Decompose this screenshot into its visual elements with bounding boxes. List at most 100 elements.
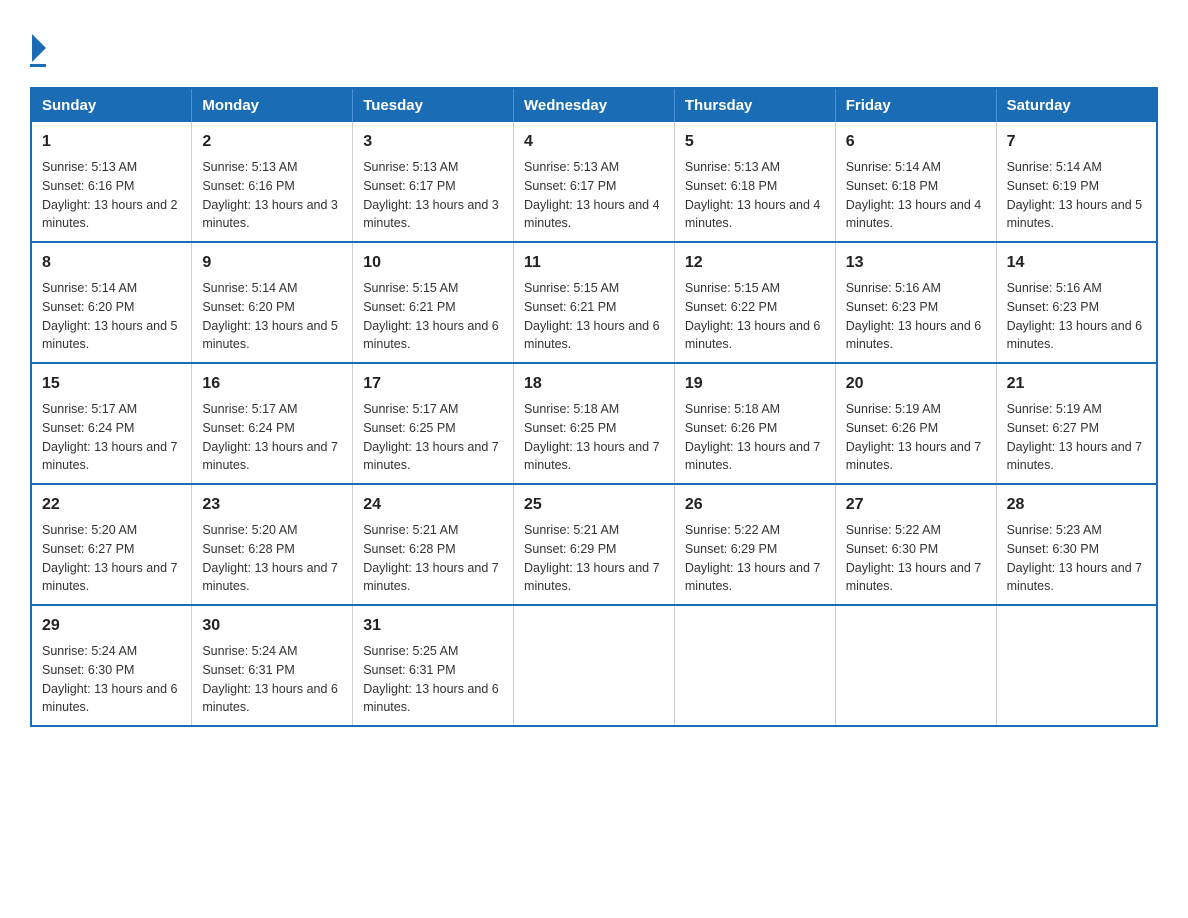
day-number: 28 [1007,493,1146,517]
day-cell: 9 Sunrise: 5:14 AMSunset: 6:20 PMDayligh… [192,242,353,363]
day-cell: 11 Sunrise: 5:15 AMSunset: 6:21 PMDaylig… [514,242,675,363]
day-info: Sunrise: 5:23 AMSunset: 6:30 PMDaylight:… [1007,523,1143,593]
calendar-table: SundayMondayTuesdayWednesdayThursdayFrid… [30,87,1158,727]
day-cell: 17 Sunrise: 5:17 AMSunset: 6:25 PMDaylig… [353,363,514,484]
week-row-5: 29 Sunrise: 5:24 AMSunset: 6:30 PMDaylig… [31,605,1157,726]
day-info: Sunrise: 5:18 AMSunset: 6:26 PMDaylight:… [685,402,821,472]
day-info: Sunrise: 5:19 AMSunset: 6:26 PMDaylight:… [846,402,982,472]
day-info: Sunrise: 5:22 AMSunset: 6:29 PMDaylight:… [685,523,821,593]
day-number: 27 [846,493,986,517]
day-cell: 3 Sunrise: 5:13 AMSunset: 6:17 PMDayligh… [353,122,514,242]
day-info: Sunrise: 5:14 AMSunset: 6:20 PMDaylight:… [202,281,338,351]
day-number: 29 [42,614,181,638]
day-cell: 14 Sunrise: 5:16 AMSunset: 6:23 PMDaylig… [996,242,1157,363]
day-info: Sunrise: 5:24 AMSunset: 6:31 PMDaylight:… [202,644,338,714]
day-info: Sunrise: 5:16 AMSunset: 6:23 PMDaylight:… [846,281,982,351]
day-number: 15 [42,372,181,396]
day-number: 17 [363,372,503,396]
day-info: Sunrise: 5:15 AMSunset: 6:22 PMDaylight:… [685,281,821,351]
day-number: 25 [524,493,664,517]
day-number: 1 [42,130,181,154]
day-number: 31 [363,614,503,638]
logo-triangle-icon [32,34,46,62]
day-number: 3 [363,130,503,154]
day-info: Sunrise: 5:21 AMSunset: 6:28 PMDaylight:… [363,523,499,593]
week-row-3: 15 Sunrise: 5:17 AMSunset: 6:24 PMDaylig… [31,363,1157,484]
day-cell: 18 Sunrise: 5:18 AMSunset: 6:25 PMDaylig… [514,363,675,484]
day-header-thursday: Thursday [674,88,835,122]
day-cell: 29 Sunrise: 5:24 AMSunset: 6:30 PMDaylig… [31,605,192,726]
day-info: Sunrise: 5:13 AMSunset: 6:17 PMDaylight:… [524,160,660,230]
day-cell: 25 Sunrise: 5:21 AMSunset: 6:29 PMDaylig… [514,484,675,605]
day-info: Sunrise: 5:21 AMSunset: 6:29 PMDaylight:… [524,523,660,593]
day-cell: 30 Sunrise: 5:24 AMSunset: 6:31 PMDaylig… [192,605,353,726]
day-cell: 15 Sunrise: 5:17 AMSunset: 6:24 PMDaylig… [31,363,192,484]
day-number: 8 [42,251,181,275]
day-number: 11 [524,251,664,275]
day-number: 2 [202,130,342,154]
day-number: 18 [524,372,664,396]
day-number: 14 [1007,251,1146,275]
day-cell: 23 Sunrise: 5:20 AMSunset: 6:28 PMDaylig… [192,484,353,605]
day-cell: 26 Sunrise: 5:22 AMSunset: 6:29 PMDaylig… [674,484,835,605]
day-cell: 12 Sunrise: 5:15 AMSunset: 6:22 PMDaylig… [674,242,835,363]
day-number: 6 [846,130,986,154]
day-number: 16 [202,372,342,396]
day-info: Sunrise: 5:13 AMSunset: 6:16 PMDaylight:… [42,160,178,230]
day-number: 22 [42,493,181,517]
day-number: 12 [685,251,825,275]
day-header-monday: Monday [192,88,353,122]
day-number: 24 [363,493,503,517]
day-info: Sunrise: 5:16 AMSunset: 6:23 PMDaylight:… [1007,281,1143,351]
day-header-sunday: Sunday [31,88,192,122]
day-header-friday: Friday [835,88,996,122]
logo [30,30,46,67]
week-row-4: 22 Sunrise: 5:20 AMSunset: 6:27 PMDaylig… [31,484,1157,605]
day-cell [996,605,1157,726]
day-cell: 21 Sunrise: 5:19 AMSunset: 6:27 PMDaylig… [996,363,1157,484]
week-row-1: 1 Sunrise: 5:13 AMSunset: 6:16 PMDayligh… [31,122,1157,242]
day-number: 21 [1007,372,1146,396]
day-cell: 4 Sunrise: 5:13 AMSunset: 6:17 PMDayligh… [514,122,675,242]
day-info: Sunrise: 5:17 AMSunset: 6:24 PMDaylight:… [42,402,178,472]
day-cell: 16 Sunrise: 5:17 AMSunset: 6:24 PMDaylig… [192,363,353,484]
day-info: Sunrise: 5:17 AMSunset: 6:24 PMDaylight:… [202,402,338,472]
day-header-wednesday: Wednesday [514,88,675,122]
day-cell: 8 Sunrise: 5:14 AMSunset: 6:20 PMDayligh… [31,242,192,363]
day-number: 30 [202,614,342,638]
day-cell: 24 Sunrise: 5:21 AMSunset: 6:28 PMDaylig… [353,484,514,605]
day-info: Sunrise: 5:17 AMSunset: 6:25 PMDaylight:… [363,402,499,472]
day-cell: 1 Sunrise: 5:13 AMSunset: 6:16 PMDayligh… [31,122,192,242]
day-info: Sunrise: 5:20 AMSunset: 6:27 PMDaylight:… [42,523,178,593]
day-number: 4 [524,130,664,154]
day-cell: 22 Sunrise: 5:20 AMSunset: 6:27 PMDaylig… [31,484,192,605]
day-info: Sunrise: 5:13 AMSunset: 6:16 PMDaylight:… [202,160,338,230]
week-row-2: 8 Sunrise: 5:14 AMSunset: 6:20 PMDayligh… [31,242,1157,363]
day-info: Sunrise: 5:15 AMSunset: 6:21 PMDaylight:… [363,281,499,351]
day-info: Sunrise: 5:15 AMSunset: 6:21 PMDaylight:… [524,281,660,351]
day-cell: 13 Sunrise: 5:16 AMSunset: 6:23 PMDaylig… [835,242,996,363]
day-number: 5 [685,130,825,154]
day-number: 20 [846,372,986,396]
day-info: Sunrise: 5:13 AMSunset: 6:17 PMDaylight:… [363,160,499,230]
page-header [30,30,1158,67]
day-number: 13 [846,251,986,275]
day-number: 23 [202,493,342,517]
day-info: Sunrise: 5:25 AMSunset: 6:31 PMDaylight:… [363,644,499,714]
day-cell: 28 Sunrise: 5:23 AMSunset: 6:30 PMDaylig… [996,484,1157,605]
day-info: Sunrise: 5:22 AMSunset: 6:30 PMDaylight:… [846,523,982,593]
day-cell [514,605,675,726]
day-cell: 6 Sunrise: 5:14 AMSunset: 6:18 PMDayligh… [835,122,996,242]
day-cell: 19 Sunrise: 5:18 AMSunset: 6:26 PMDaylig… [674,363,835,484]
day-cell: 5 Sunrise: 5:13 AMSunset: 6:18 PMDayligh… [674,122,835,242]
day-cell: 10 Sunrise: 5:15 AMSunset: 6:21 PMDaylig… [353,242,514,363]
day-number: 10 [363,251,503,275]
day-cell: 27 Sunrise: 5:22 AMSunset: 6:30 PMDaylig… [835,484,996,605]
day-info: Sunrise: 5:18 AMSunset: 6:25 PMDaylight:… [524,402,660,472]
day-info: Sunrise: 5:14 AMSunset: 6:19 PMDaylight:… [1007,160,1143,230]
day-info: Sunrise: 5:24 AMSunset: 6:30 PMDaylight:… [42,644,178,714]
day-cell [674,605,835,726]
day-info: Sunrise: 5:14 AMSunset: 6:20 PMDaylight:… [42,281,178,351]
day-number: 7 [1007,130,1146,154]
day-cell: 20 Sunrise: 5:19 AMSunset: 6:26 PMDaylig… [835,363,996,484]
